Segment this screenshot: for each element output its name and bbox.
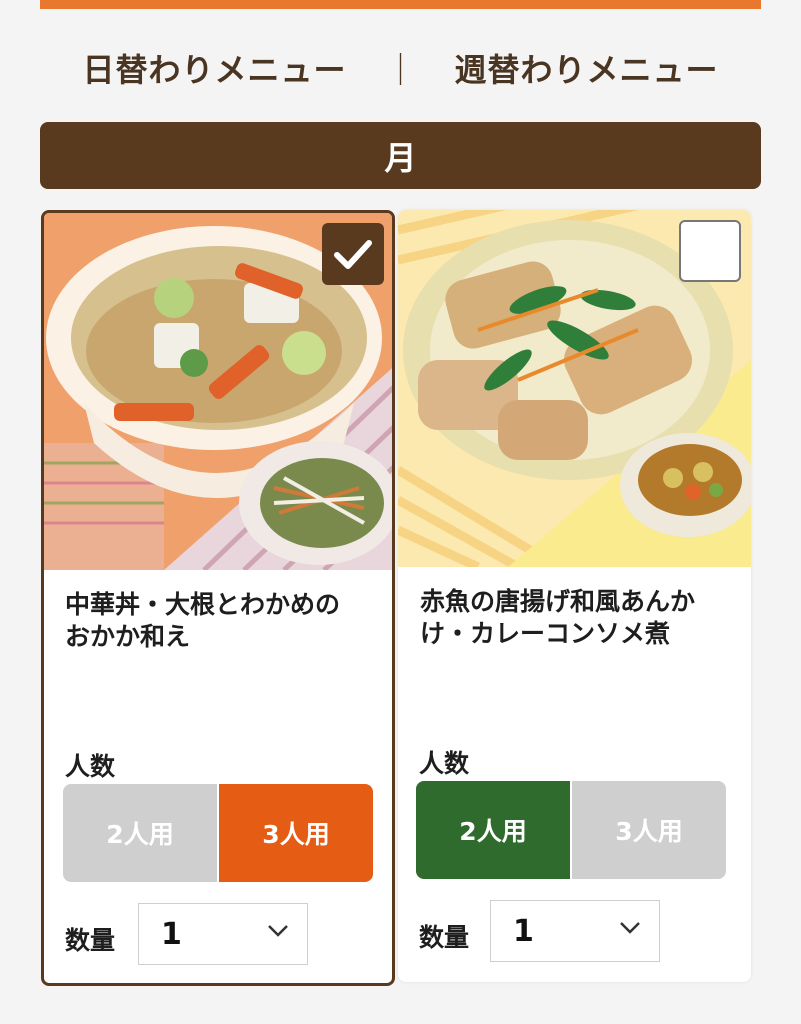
servings-label: 人数	[65, 752, 116, 781]
menu-title-line2: おかか和え	[65, 622, 191, 651]
chevron-down-icon	[620, 922, 640, 934]
menu-title-line1: 中華丼・大根とわかめの	[65, 590, 341, 619]
servings-option-2[interactable]: 2人用	[63, 784, 217, 882]
select-checkbox[interactable]	[679, 220, 741, 282]
menu-card-chukadon[interactable]: 中華丼・大根とわかめの おかか和え 人数 2人用 3人用 数量 1	[41, 210, 395, 986]
checkmark-icon	[334, 240, 372, 269]
servings-option-3[interactable]: 3人用	[219, 784, 373, 882]
quantity-select[interactable]: 1	[490, 900, 660, 962]
day-label: 月	[384, 138, 417, 177]
menu-title-line1: 赤魚の唐揚げ和風あんか	[420, 587, 696, 616]
quantity-value: 1	[161, 916, 182, 952]
select-checkbox[interactable]	[322, 223, 384, 285]
menu-title: 赤魚の唐揚げ和風あんか け・カレーコンソメ煮	[420, 586, 730, 650]
quantity-label: 数量	[65, 926, 116, 955]
servings-option-2[interactable]: 2人用	[416, 781, 570, 879]
menu-type-tabs: 日替わりメニュー ｜ 週替わりメニュー	[0, 38, 801, 98]
tab-daily-menu[interactable]: 日替わりメニュー	[82, 45, 346, 91]
tab-separator: ｜	[384, 51, 417, 89]
servings-selector: 2人用 3人用	[416, 781, 726, 879]
day-header: 月	[40, 122, 761, 189]
servings-label: 人数	[419, 749, 470, 778]
menu-title: 中華丼・大根とわかめの おかか和え	[65, 589, 375, 653]
menu-title-line2: け・カレーコンソメ煮	[420, 619, 671, 648]
quantity-value: 1	[513, 913, 534, 949]
menu-card-akauo[interactable]: 赤魚の唐揚げ和風あんか け・カレーコンソメ煮 人数 2人用 3人用 数量 1	[398, 210, 751, 982]
servings-selector: 2人用 3人用	[63, 784, 373, 882]
servings-option-3[interactable]: 3人用	[572, 781, 726, 879]
quantity-select[interactable]: 1	[138, 903, 308, 965]
quantity-label: 数量	[419, 923, 470, 952]
tab-weekly-menu[interactable]: 週替わりメニュー	[455, 45, 719, 91]
top-accent-rule	[40, 0, 761, 9]
chevron-down-icon	[268, 925, 288, 937]
